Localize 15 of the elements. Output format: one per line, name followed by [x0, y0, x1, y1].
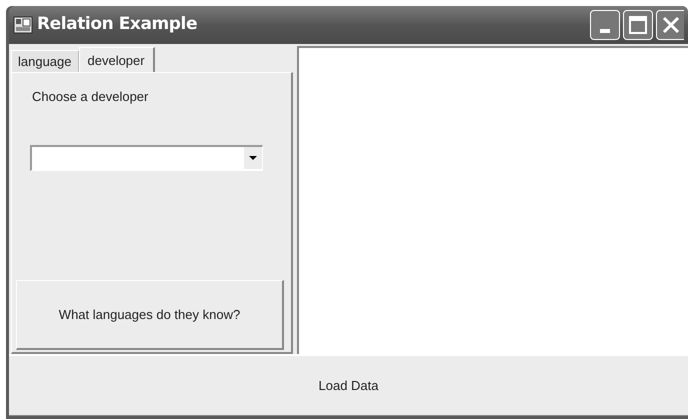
field-label: Choose a developer [32, 88, 150, 106]
load-data-button[interactable]: Load Data [9, 354, 688, 416]
app-icon [13, 16, 33, 34]
maximize-button[interactable] [623, 10, 653, 40]
languages-button[interactable]: What languages do they know? [16, 280, 284, 350]
window-title: Relation Example [37, 13, 198, 36]
minimize-button[interactable] [590, 10, 620, 40]
dropdown-arrow-icon [249, 156, 257, 160]
maximize-icon [629, 16, 647, 34]
tab[interactable]: language [11, 50, 78, 72]
tab[interactable]: developer [78, 47, 155, 73]
developer-dropdown[interactable] [30, 144, 263, 170]
close-icon [662, 16, 680, 34]
close-button[interactable] [656, 10, 684, 40]
minimize-icon [600, 29, 610, 33]
